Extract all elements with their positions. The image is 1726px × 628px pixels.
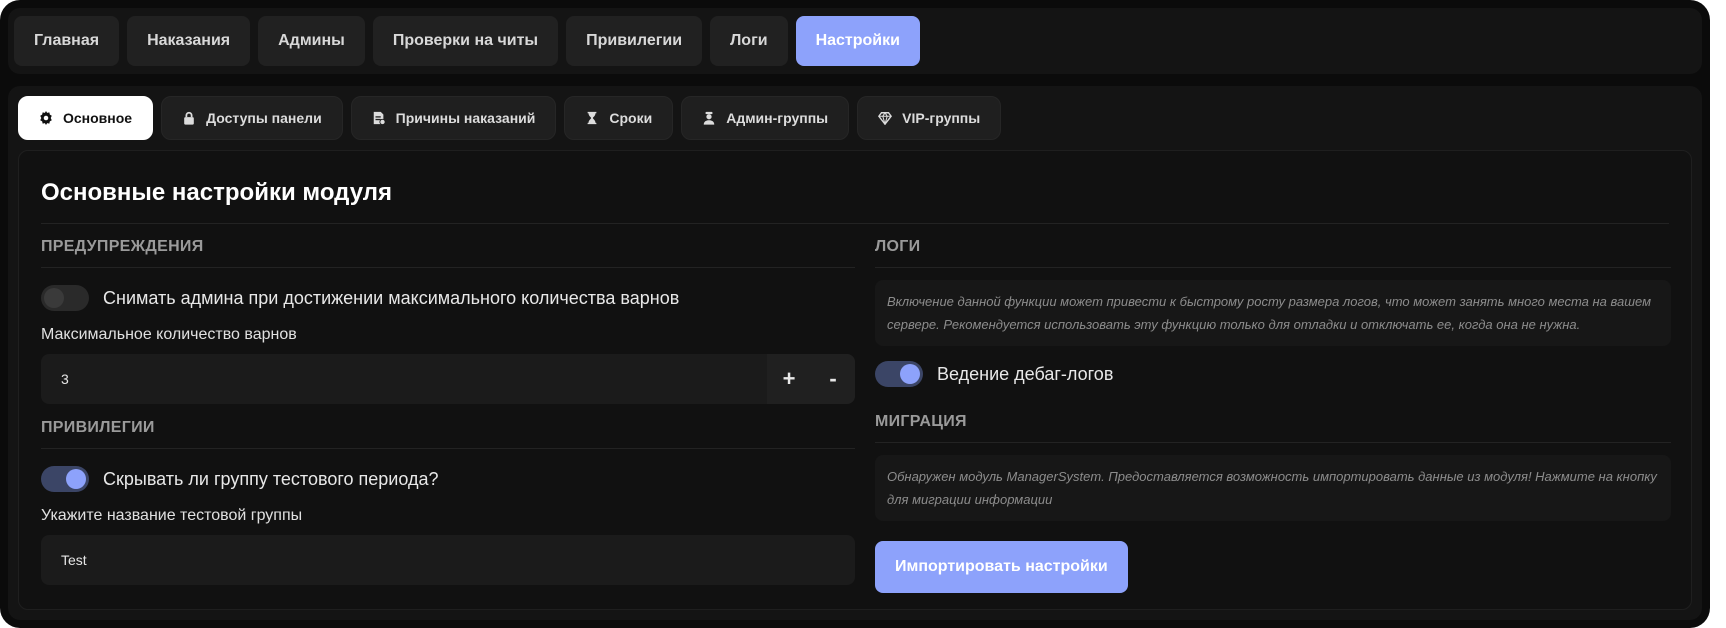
app-window: Главная Наказания Админы Проверки на чит… [0,0,1710,628]
subtab-general-label: Основное [63,110,133,126]
settings-content: Основные настройки модуля ПРЕДУПРЕЖДЕНИЯ… [18,150,1692,610]
tab-cheat-checks[interactable]: Проверки на читы [372,16,559,66]
max-warns-value: 3 [61,371,69,387]
document-icon [373,111,386,125]
subtab-panel-access-label: Доступы панели [206,110,322,126]
remove-admin-toggle-label: Снимать админа при достижении максимальн… [103,287,680,308]
debug-logs-toggle-label: Ведение дебаг-логов [937,363,1114,384]
toggle-knob [66,469,86,489]
subtab-admin-groups-label: Админ-группы [726,110,829,126]
right-column: ЛОГИ Включение данной функции может прив… [875,227,1671,593]
title-divider [41,223,1669,224]
warnings-section-title: ПРЕДУПРЕЖДЕНИЯ [41,238,204,255]
settings-panel: Основное Доступы панели Причины наказани… [8,86,1702,620]
admin-user-icon [703,111,715,125]
settings-subtabs: Основное Доступы панели Причины наказани… [18,96,1002,140]
subtab-terms[interactable]: Сроки [564,96,674,140]
subtab-vip-groups[interactable]: VIP-группы [857,96,1002,140]
gear-icon [40,111,52,125]
lock-icon [184,111,194,125]
max-warns-input[interactable]: 3 + - [41,354,855,404]
tab-settings[interactable]: Настройки [795,16,920,66]
max-warns-label: Максимальное количество варнов [41,326,297,343]
tab-punishments[interactable]: Наказания [127,16,251,66]
hide-test-group-toggle[interactable] [41,466,89,492]
subtab-punishment-reasons[interactable]: Причины наказаний [350,96,557,140]
tab-privileges[interactable]: Привилегии [566,16,703,66]
privileges-divider [41,448,855,449]
hourglass-icon [588,111,597,125]
page-title: Основные настройки модуля [41,179,392,206]
subtab-general[interactable]: Основное [18,96,154,140]
toggle-knob [44,288,64,308]
subtab-vip-groups-label: VIP-группы [902,110,981,126]
migration-section-title: МИГРАЦИЯ [875,413,967,430]
test-group-input[interactable]: Test [41,535,855,585]
toggle-knob [900,364,920,384]
subtab-terms-label: Сроки [609,110,653,126]
logs-divider [875,267,1671,268]
debug-logs-toggle[interactable] [875,361,923,387]
warnings-divider [41,267,855,268]
privileges-toggle-row: Скрывать ли группу тестового периода? [41,455,855,503]
subtab-admin-groups[interactable]: Админ-группы [681,96,850,140]
logs-section-title: ЛОГИ [875,238,921,255]
migration-divider [875,442,1671,443]
remove-admin-toggle[interactable] [41,285,89,311]
diamond-icon [878,111,893,125]
subtab-panel-access[interactable]: Доступы панели [161,96,343,140]
logs-warning-note: Включение данной функции может привести … [875,280,1671,346]
import-settings-button[interactable]: Импортировать настройки [875,541,1128,593]
left-column: ПРЕДУПРЕЖДЕНИЯ Снимать админа при достиж… [41,227,855,585]
decrement-button[interactable]: - [811,354,855,404]
privileges-section-title: ПРИВИЛЕГИИ [41,419,155,436]
migration-note: Обнаружен модуль ManagerSystem. Предоста… [875,455,1671,521]
top-navigation: Главная Наказания Админы Проверки на чит… [8,8,1702,74]
tab-home[interactable]: Главная [14,16,120,66]
subtab-punishment-reasons-label: Причины наказаний [395,110,536,126]
increment-button[interactable]: + [767,354,811,404]
test-group-value: Test [61,552,87,568]
test-group-label: Укажите название тестовой группы [41,507,303,524]
tab-logs[interactable]: Логи [710,16,788,66]
warnings-toggle-row: Снимать админа при достижении максимальн… [41,274,855,322]
tab-admins[interactable]: Админы [258,16,365,66]
hide-test-group-toggle-label: Скрывать ли группу тестового периода? [103,468,439,489]
max-warns-stepper: + - [767,354,855,404]
debug-logs-toggle-row: Ведение дебаг-логов [875,350,1671,398]
